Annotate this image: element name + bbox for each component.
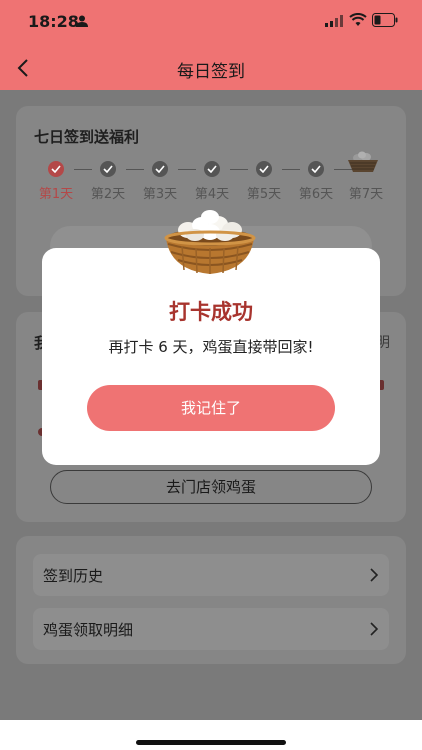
confirm-button[interactable]: 我记住了 <box>87 385 335 431</box>
checkin-success-dialog: 打卡成功 再打卡 6 天，鸡蛋直接带回家! 我记住了 <box>42 248 380 465</box>
header: 18:28 每日签到 <box>0 0 422 90</box>
chevron-right-icon <box>370 568 379 582</box>
day-label: 第3天 <box>142 187 178 202</box>
home-indicator-area <box>0 720 422 750</box>
day-4: 第4天 <box>190 161 234 202</box>
wifi-icon <box>349 13 367 26</box>
day-6: 第6天 <box>294 161 338 202</box>
go-to-store-button[interactable]: 去门店领鸡蛋 <box>50 470 372 504</box>
day-label: 第7天 <box>348 187 384 202</box>
egg-basket-icon <box>164 210 256 274</box>
checkin-card-title: 七日签到送福利 <box>34 128 140 146</box>
day-1: 第1天 <box>34 161 78 202</box>
dialog-title: 打卡成功 <box>169 300 253 324</box>
day-5: 第5天 <box>242 161 286 202</box>
person-icon <box>76 15 88 27</box>
battery-icon <box>372 13 398 27</box>
check-icon <box>48 161 64 177</box>
day-label: 第4天 <box>194 187 230 202</box>
status-time: 18:28 <box>28 12 79 31</box>
day-label: 第6天 <box>298 187 334 202</box>
menu-item-label: 签到历史 <box>43 567 104 585</box>
day-2: 第2天 <box>86 161 130 202</box>
check-icon <box>256 161 272 177</box>
day-label: 第5天 <box>246 187 282 202</box>
day-label: 第1天 <box>38 187 74 202</box>
menu-item-label: 鸡蛋领取明细 <box>43 621 134 639</box>
chevron-right-icon <box>370 622 379 636</box>
page-title: 每日签到 <box>177 62 245 82</box>
day-label: 第2天 <box>90 187 126 202</box>
check-icon <box>204 161 220 177</box>
cellular-signal-icon <box>325 15 343 27</box>
check-icon <box>100 161 116 177</box>
menu-item-egg-records[interactable]: 鸡蛋领取明细 <box>33 608 389 650</box>
day-3: 第3天 <box>138 161 182 202</box>
home-indicator[interactable] <box>136 740 286 745</box>
egg-basket-icon <box>348 151 378 172</box>
menu-card: 签到历史 鸡蛋领取明细 <box>16 536 406 664</box>
menu-item-checkin-history[interactable]: 签到历史 <box>33 554 389 596</box>
check-icon <box>152 161 168 177</box>
status-bar: 18:28 <box>0 0 422 44</box>
check-icon <box>308 161 324 177</box>
dialog-message: 再打卡 6 天，鸡蛋直接带回家! <box>108 338 314 356</box>
